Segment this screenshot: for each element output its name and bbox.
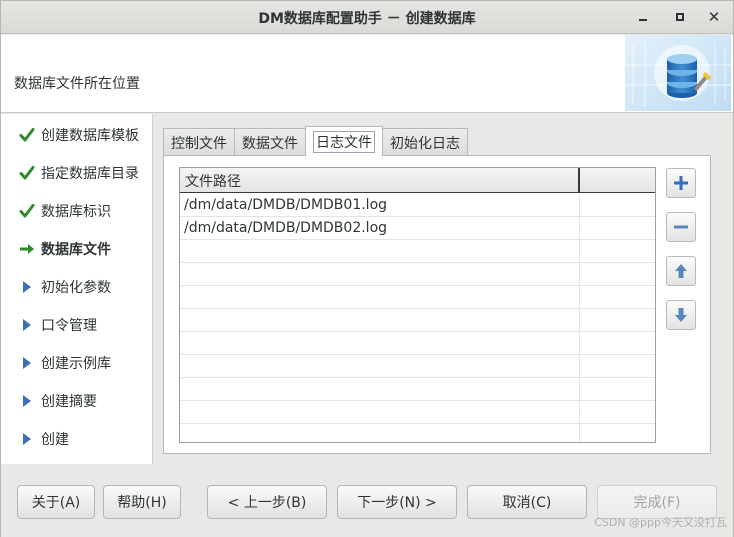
empty-row (180, 332, 655, 355)
move-down-button[interactable] (666, 300, 696, 330)
step-item-current: 数据库文件 (19, 238, 111, 260)
tab-bar: 控制文件 数据文件 日志文件 初始化日志 (163, 126, 468, 156)
step-label: 创建 (41, 432, 69, 448)
step-item: 初始化参数 (19, 276, 111, 298)
step-item: 创建数据库模板 (19, 124, 139, 146)
close-button[interactable]: ✕ (703, 7, 725, 27)
tab-control-files[interactable]: 控制文件 (163, 128, 235, 156)
maximize-icon (676, 13, 684, 21)
empty-row (180, 309, 655, 332)
log-file-table[interactable]: 文件路径 /dm/data/DMDB/DMDB01.log /dm/data/D… (179, 167, 656, 443)
empty-row (180, 378, 655, 401)
step-label: 创建示例库 (41, 356, 111, 372)
empty-row (180, 401, 655, 424)
tab-init-log[interactable]: 初始化日志 (382, 128, 468, 156)
step-item: 创建 (19, 428, 69, 450)
tab-label: 日志文件 (313, 130, 375, 153)
close-icon: ✕ (707, 8, 721, 26)
step-label: 创建摘要 (41, 394, 97, 410)
remove-row-button[interactable] (666, 212, 696, 242)
column-header-extra[interactable] (580, 168, 655, 193)
empty-row (180, 263, 655, 286)
table-row[interactable]: /dm/data/DMDB/DMDB01.log (180, 194, 655, 217)
tab-log-files[interactable]: 日志文件 (305, 126, 383, 156)
page-header: 数据库文件所在位置 (1, 35, 733, 113)
triangle-right-icon (19, 354, 41, 372)
step-label: 指定数据库目录 (41, 166, 139, 182)
tab-label: 数据文件 (242, 135, 298, 152)
tab-label: 控制文件 (171, 135, 227, 152)
dialog-window: DM数据库配置助手 － 创建数据库 ✕ 数据库文件所在位置 创建数据库模板 指定… (0, 0, 734, 537)
table-header: 文件路径 (180, 168, 655, 193)
arrow-up-icon (675, 264, 687, 278)
title-bar: DM数据库配置助手 － 创建数据库 ✕ (1, 1, 733, 34)
step-label: 数据库标识 (41, 204, 111, 220)
step-item: 数据库标识 (19, 200, 111, 222)
empty-row (180, 424, 655, 442)
minimize-button[interactable] (632, 7, 654, 27)
check-icon (19, 164, 41, 182)
arrow-right-icon (19, 240, 41, 258)
table-cell-path: /dm/data/DMDB/DMDB01.log (180, 194, 580, 216)
maximize-button[interactable] (669, 7, 691, 27)
step-label: 口令管理 (41, 318, 97, 334)
check-icon (19, 126, 41, 144)
step-item: 创建摘要 (19, 390, 97, 412)
table-cell-extra (580, 194, 655, 216)
check-icon (19, 202, 41, 220)
minus-icon (674, 225, 688, 229)
step-item: 指定数据库目录 (19, 162, 139, 184)
triangle-right-icon (19, 316, 41, 334)
empty-row (180, 286, 655, 309)
database-logo-icon (625, 35, 731, 111)
minimize-icon (639, 19, 647, 21)
triangle-right-icon (19, 392, 41, 410)
window-title: DM数据库配置助手 － 创建数据库 (258, 11, 476, 27)
step-item: 口令管理 (19, 314, 97, 336)
step-item: 创建示例库 (19, 352, 111, 374)
add-row-button[interactable] (666, 168, 696, 198)
table-cell-path: /dm/data/DMDB/DMDB02.log (180, 217, 580, 239)
watermark: CSDN @ppp今天又没打瓦 (594, 516, 727, 529)
tab-data-files[interactable]: 数据文件 (234, 128, 306, 156)
previous-button[interactable]: < 上一步(B) (207, 485, 327, 519)
column-header-file-path[interactable]: 文件路径 (180, 168, 580, 193)
table-row[interactable]: /dm/data/DMDB/DMDB02.log (180, 217, 655, 240)
page-title: 数据库文件所在位置 (14, 76, 140, 92)
log-files-panel: 文件路径 /dm/data/DMDB/DMDB01.log /dm/data/D… (163, 155, 711, 454)
plus-icon (674, 176, 688, 190)
step-label: 初始化参数 (41, 280, 111, 296)
empty-row (180, 355, 655, 378)
content-area: 控制文件 数据文件 日志文件 初始化日志 文件路径 /dm/data/DMDB/… (154, 114, 733, 464)
tab-label: 初始化日志 (390, 135, 460, 152)
cancel-button[interactable]: 取消(C) (467, 485, 587, 519)
next-button[interactable]: 下一步(N) > (337, 485, 457, 519)
step-label: 数据库文件 (41, 242, 111, 258)
help-button[interactable]: 帮助(H) (103, 485, 181, 519)
empty-row (180, 240, 655, 263)
move-up-button[interactable] (666, 256, 696, 286)
wizard-steps: 创建数据库模板 指定数据库目录 数据库标识 数据库文件 初始化参数 口令管理 创… (1, 114, 153, 464)
step-label: 创建数据库模板 (41, 128, 139, 144)
about-button[interactable]: 关于(A) (17, 485, 95, 519)
table-cell-extra (580, 217, 655, 239)
triangle-right-icon (19, 430, 41, 448)
triangle-right-icon (19, 278, 41, 296)
arrow-down-icon (675, 308, 687, 322)
